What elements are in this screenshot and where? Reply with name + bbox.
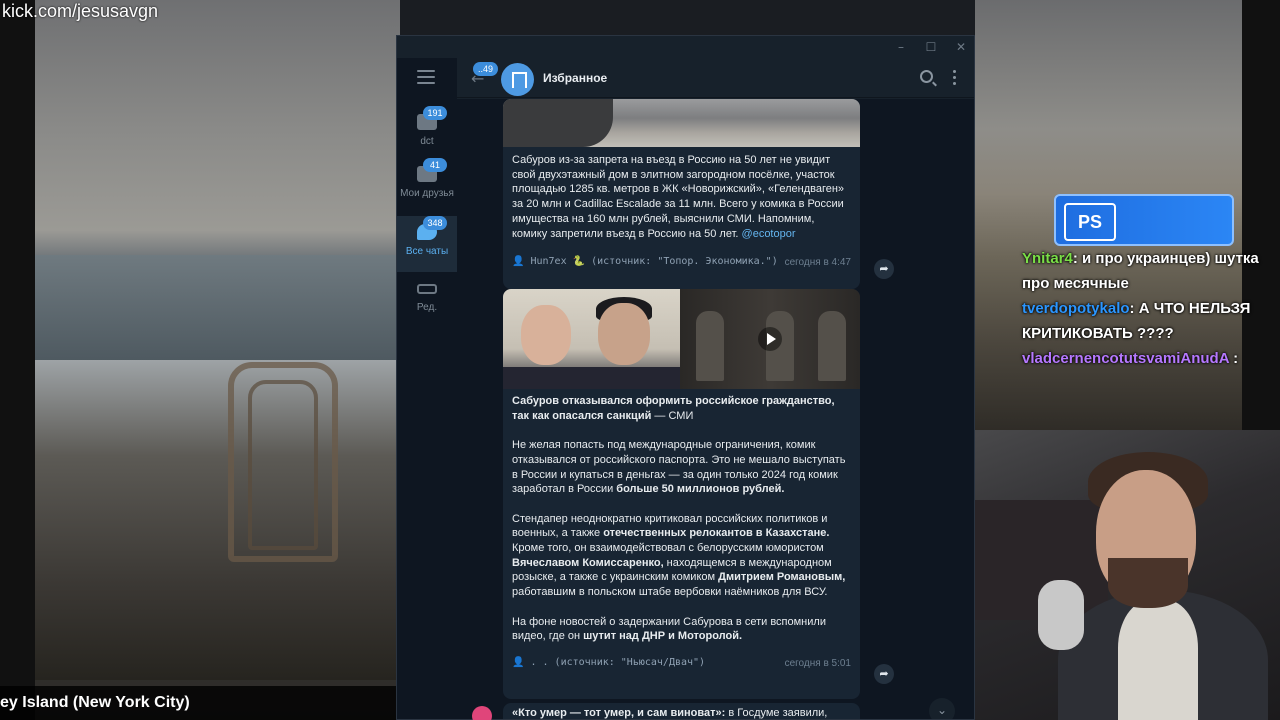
ps-badge: PS [1054, 194, 1234, 246]
hamburger-icon[interactable] [417, 70, 435, 88]
message-time: сегодня в 4:47 [784, 257, 851, 269]
close-button[interactable]: ✕ [947, 38, 974, 56]
share-icon[interactable]: ➦ [874, 259, 894, 279]
share-icon[interactable]: ➦ [874, 664, 894, 684]
webcam-feed [958, 430, 1280, 720]
message-time: сегодня в 5:01 [784, 657, 851, 669]
minimize-button[interactable]: – [887, 38, 915, 56]
message-list[interactable]: Сабуров из-за запрета на въезд в Россию … [457, 99, 974, 719]
kick-url-watermark: kick.com/jesusavgn [2, 1, 159, 21]
sea [35, 255, 400, 365]
location-caption: ey Island (New York City) [0, 694, 190, 711]
more-icon[interactable] [953, 70, 957, 88]
message-bubble[interactable]: Сабуров отказывался оформить российское … [503, 289, 860, 699]
chat-text: : [1233, 350, 1239, 367]
message-bubble[interactable]: Сабуров из-за запрета на въезд в Россию … [503, 99, 860, 289]
play-icon[interactable] [758, 327, 782, 351]
message-photo[interactable] [503, 99, 860, 147]
media-album [503, 289, 860, 389]
streamer-shirt [1118, 600, 1198, 720]
chat-message: tverdopotykalo: А ЧТО НЕЛЬЗЯ КРИТИКОВАТЬ… [1022, 296, 1280, 346]
message-bubble[interactable]: «Кто умер — тот умер, и сам виноват»: в … [503, 703, 860, 719]
title-bar: – ☐ ✕ [397, 36, 974, 58]
message-footer: 👤 Hun7ex 🐍 (источник: "Топор. Экономика.… [503, 251, 860, 273]
telegram-window: – ☐ ✕ 191 dct 41 Мои друзья 348 Все чаты [396, 35, 975, 720]
unread-badge: 348 [423, 216, 447, 230]
sliders-icon [417, 284, 437, 294]
folder-label: dct [420, 136, 434, 147]
scroll-down-icon[interactable]: ⌄ [929, 698, 955, 719]
message-video[interactable] [680, 289, 860, 389]
stream-screen: ey Island (New York City) kick.com/jesus… [0, 0, 1280, 720]
unread-badge: 41 [423, 158, 447, 172]
folder-label: Все чаты [405, 246, 449, 257]
chat-message: Ynitar4: и про украинцев) шутка про меся… [1022, 246, 1280, 296]
streamer-beard [1108, 558, 1188, 608]
message-source: 👤 Hun7ex 🐍 (источник: "Топор. Экономика.… [512, 256, 778, 268]
chat-message: vladcernencotutsvamiAnudA : [1022, 346, 1280, 371]
folder-sidebar: 191 dct 41 Мои друзья 348 Все чаты Ред. [397, 58, 457, 719]
message-text: «Кто умер — тот умер, и сам виноват»: в … [512, 707, 828, 719]
roller-coaster-inner [248, 380, 318, 550]
folder-dct[interactable]: 191 dct [397, 106, 457, 162]
folder-my-friends[interactable]: 41 Мои друзья [397, 158, 457, 214]
chat-header: ← ..49 Избранное [457, 58, 974, 98]
message-photo[interactable] [503, 289, 680, 389]
folder-all-chats[interactable]: 348 Все чаты [397, 216, 457, 272]
background-city-view [0, 0, 400, 720]
chat-username: vladcernencotutsvamiAnudA [1022, 350, 1229, 367]
search-icon[interactable] [920, 70, 933, 83]
back-unread-badge: ..49 [473, 62, 499, 76]
channel-link[interactable]: @ecotopor [742, 228, 796, 240]
unread-badge: 191 [423, 106, 447, 120]
letterbox-bar [0, 0, 35, 720]
microphone [1038, 580, 1084, 650]
snowy-shore [35, 360, 400, 680]
folder-label: Мои друзья [400, 188, 454, 199]
folder-edit[interactable]: Ред. [397, 272, 457, 328]
maximize-button[interactable]: ☐ [917, 38, 945, 56]
folder-label: Ред. [416, 302, 438, 313]
reaction-avatar [472, 706, 492, 720]
message-text: Сабуров отказывался оформить российское … [512, 395, 846, 643]
chat-username: Ynitar4 [1022, 250, 1073, 267]
chat-username: tverdopotykalo [1022, 300, 1130, 317]
stream-chat: Ynitar4: и про украинцев) шутка про меся… [1022, 246, 1280, 371]
message-source: 👤 . . (источник: "Ньюсач/Двач") [512, 656, 706, 668]
bookmark-icon[interactable] [501, 63, 534, 96]
ps-icon: PS [1064, 203, 1116, 241]
chat-title[interactable]: Избранное [543, 71, 607, 85]
message-footer: 👤 . . (источник: "Ньюсач/Двач") сегодня … [503, 652, 860, 674]
message-text: Сабуров из-за запрета на въезд в Россию … [512, 154, 845, 240]
